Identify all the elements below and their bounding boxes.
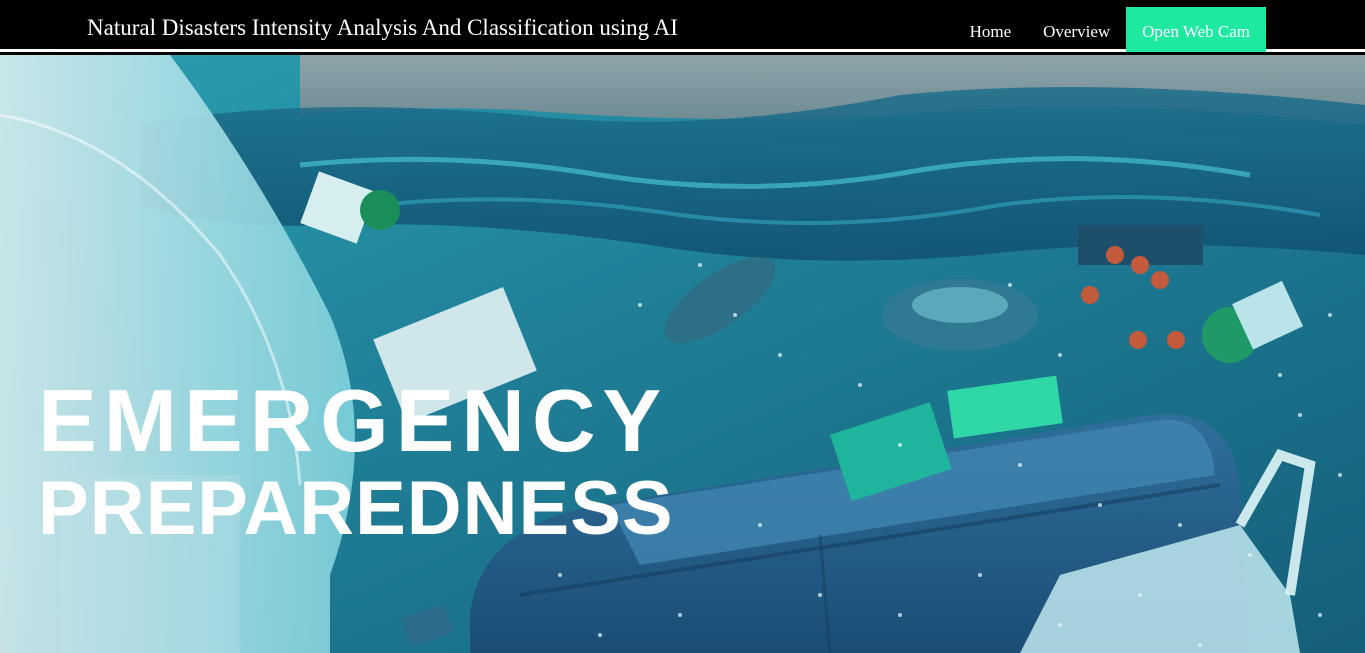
top-navbar: Natural Disasters Intensity Analysis And… xyxy=(0,0,1365,52)
hero-banner: EMERGENCY PREPAREDNESS xyxy=(0,55,1365,653)
flooded-room-illustration xyxy=(0,55,1365,653)
nav-overview-link[interactable]: Overview xyxy=(1027,7,1126,52)
open-web-cam-button[interactable]: Open Web Cam xyxy=(1126,7,1266,52)
site-title: Natural Disasters Intensity Analysis And… xyxy=(87,15,678,40)
hero-heading-line1: EMERGENCY xyxy=(38,371,669,470)
hero-heading: EMERGENCY PREPAREDNESS xyxy=(38,377,674,547)
nav-menu: Home Overview Open Web Cam xyxy=(954,7,1266,52)
hero-heading-line2: PREPAREDNESS xyxy=(38,466,674,551)
nav-home-link[interactable]: Home xyxy=(954,7,1028,52)
